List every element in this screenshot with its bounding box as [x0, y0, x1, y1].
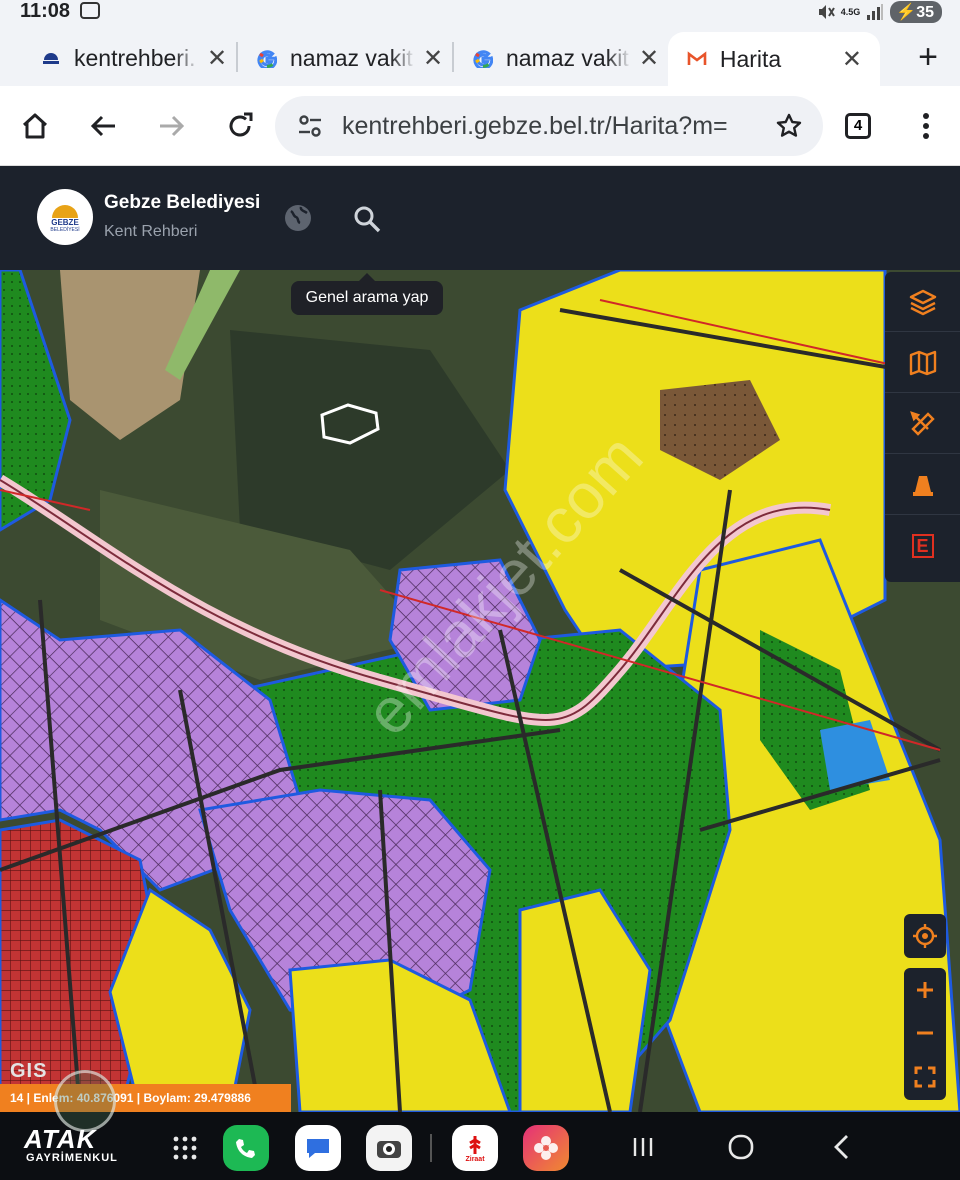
camera-icon[interactable]	[366, 1125, 412, 1171]
messages-icon[interactable]	[295, 1125, 341, 1171]
mute-icon	[818, 5, 835, 19]
tab-title: Harita	[720, 45, 834, 73]
reload-icon[interactable]	[220, 106, 260, 146]
home-icon[interactable]	[15, 106, 55, 146]
atak-logo-emblem	[54, 1070, 116, 1132]
network-label: 4.5G	[840, 7, 861, 17]
close-tab-icon[interactable]: ✕	[842, 45, 862, 74]
ziraat-app-label: Ziraat	[465, 1155, 485, 1163]
battery-badge: ⚡35	[890, 1, 942, 23]
app-subtitle: Kent Rehberi	[104, 223, 198, 240]
close-tab-icon[interactable]: ✕	[423, 44, 443, 73]
tab-namaz-2[interactable]: namaz vakit ✕	[451, 38, 659, 78]
locate-button[interactable]	[904, 914, 946, 958]
signal-icon	[867, 4, 884, 20]
cone-icon	[912, 475, 933, 496]
tab-namaz-1[interactable]: namaz vakit ✕	[235, 38, 443, 78]
tab-harita[interactable]: Harita ✕	[668, 32, 880, 86]
tab-kentrehberi[interactable]: kentrehberi. ✕	[40, 38, 227, 78]
gmail-m-icon	[686, 48, 708, 70]
logo-subtext: BELEDİYESİ	[50, 227, 80, 233]
map-tools-panel: E	[885, 272, 960, 582]
recents-button[interactable]	[628, 1132, 658, 1162]
logo-emblem	[52, 205, 78, 218]
battery-level: 35	[916, 4, 934, 21]
google-g-icon	[256, 47, 278, 69]
clock: 11:08	[20, 0, 71, 22]
logo-text: GEBZE	[51, 218, 79, 227]
map-canvas[interactable]	[0, 270, 960, 1112]
back-arrow-icon[interactable]	[83, 106, 123, 146]
basemap-icon	[909, 350, 936, 375]
back-button[interactable]	[826, 1132, 856, 1162]
globe-icon[interactable]	[283, 203, 313, 233]
google-g-icon	[472, 47, 494, 69]
layers-button[interactable]	[885, 272, 960, 332]
browser-toolbar: kentrehberi.gebze.bel.tr/Harita?m= 4	[0, 86, 960, 166]
atak-logo-name: ATAK	[24, 1124, 97, 1154]
close-tab-icon[interactable]: ✕	[207, 44, 227, 73]
bookmark-star-icon[interactable]	[776, 113, 802, 139]
basemap-button[interactable]	[885, 333, 960, 393]
atak-logo-sub: GAYRİMENKUL	[26, 1152, 118, 1164]
phone-icon[interactable]	[223, 1125, 269, 1171]
tab-switcher-button[interactable]: 4	[845, 113, 871, 139]
dock-divider	[430, 1134, 432, 1162]
zoom-out-icon[interactable]	[915, 1023, 935, 1043]
atak-gayrimenkul-logo: ATAK GAYRİMENKUL	[16, 1070, 156, 1170]
site-settings-icon[interactable]	[297, 114, 323, 138]
cone-button[interactable]	[885, 455, 960, 515]
gebze-favicon	[40, 47, 62, 69]
screenshot-indicator-icon	[80, 2, 100, 19]
search-tooltip: Genel arama yap	[291, 273, 443, 315]
tab-title: namaz vakit	[506, 44, 631, 72]
ziraat-app-icon[interactable]: Ziraat	[452, 1125, 498, 1171]
app-header: GEBZE BELEDİYESİ Gebze Belediyesi Kent R…	[0, 166, 960, 270]
url-text: kentrehberi.gebze.bel.tr/Harita?m=	[342, 112, 728, 140]
app-title: Gebze Belediyesi	[104, 192, 261, 213]
layers-icon	[909, 289, 936, 315]
search-icon[interactable]	[352, 204, 382, 234]
measure-icon	[909, 410, 935, 436]
measure-button[interactable]	[885, 394, 960, 454]
address-bar[interactable]: kentrehberi.gebze.bel.tr/Harita?m=	[275, 96, 823, 156]
tab-title: namaz vakit	[290, 44, 415, 72]
status-bar: 11:08 4.5G ⚡35	[0, 0, 960, 24]
home-button[interactable]	[726, 1132, 756, 1162]
tab-strip: kentrehberi. ✕ namaz vakit ✕ namaz vakit…	[0, 24, 960, 86]
overflow-menu-icon[interactable]	[906, 106, 946, 146]
close-tab-icon[interactable]: ✕	[639, 44, 659, 73]
status-icons: 4.5G ⚡35	[817, 1, 942, 23]
forward-arrow-icon[interactable]	[152, 106, 192, 146]
zoning-map[interactable]	[0, 270, 960, 1112]
locate-icon	[913, 924, 937, 948]
zoom-in-icon[interactable]	[915, 980, 935, 1000]
fullscreen-icon[interactable]	[914, 1066, 936, 1088]
gallery-icon[interactable]	[523, 1125, 569, 1171]
tab-title: kentrehberi.	[74, 44, 199, 72]
zoom-controls	[904, 968, 946, 1100]
e-tool-icon: E	[911, 534, 934, 558]
app-grid-icon[interactable]	[162, 1125, 208, 1171]
new-tab-button[interactable]: +	[918, 38, 938, 77]
e-tool-button[interactable]: E	[885, 516, 960, 576]
gebze-logo[interactable]: GEBZE BELEDİYESİ	[37, 189, 93, 245]
